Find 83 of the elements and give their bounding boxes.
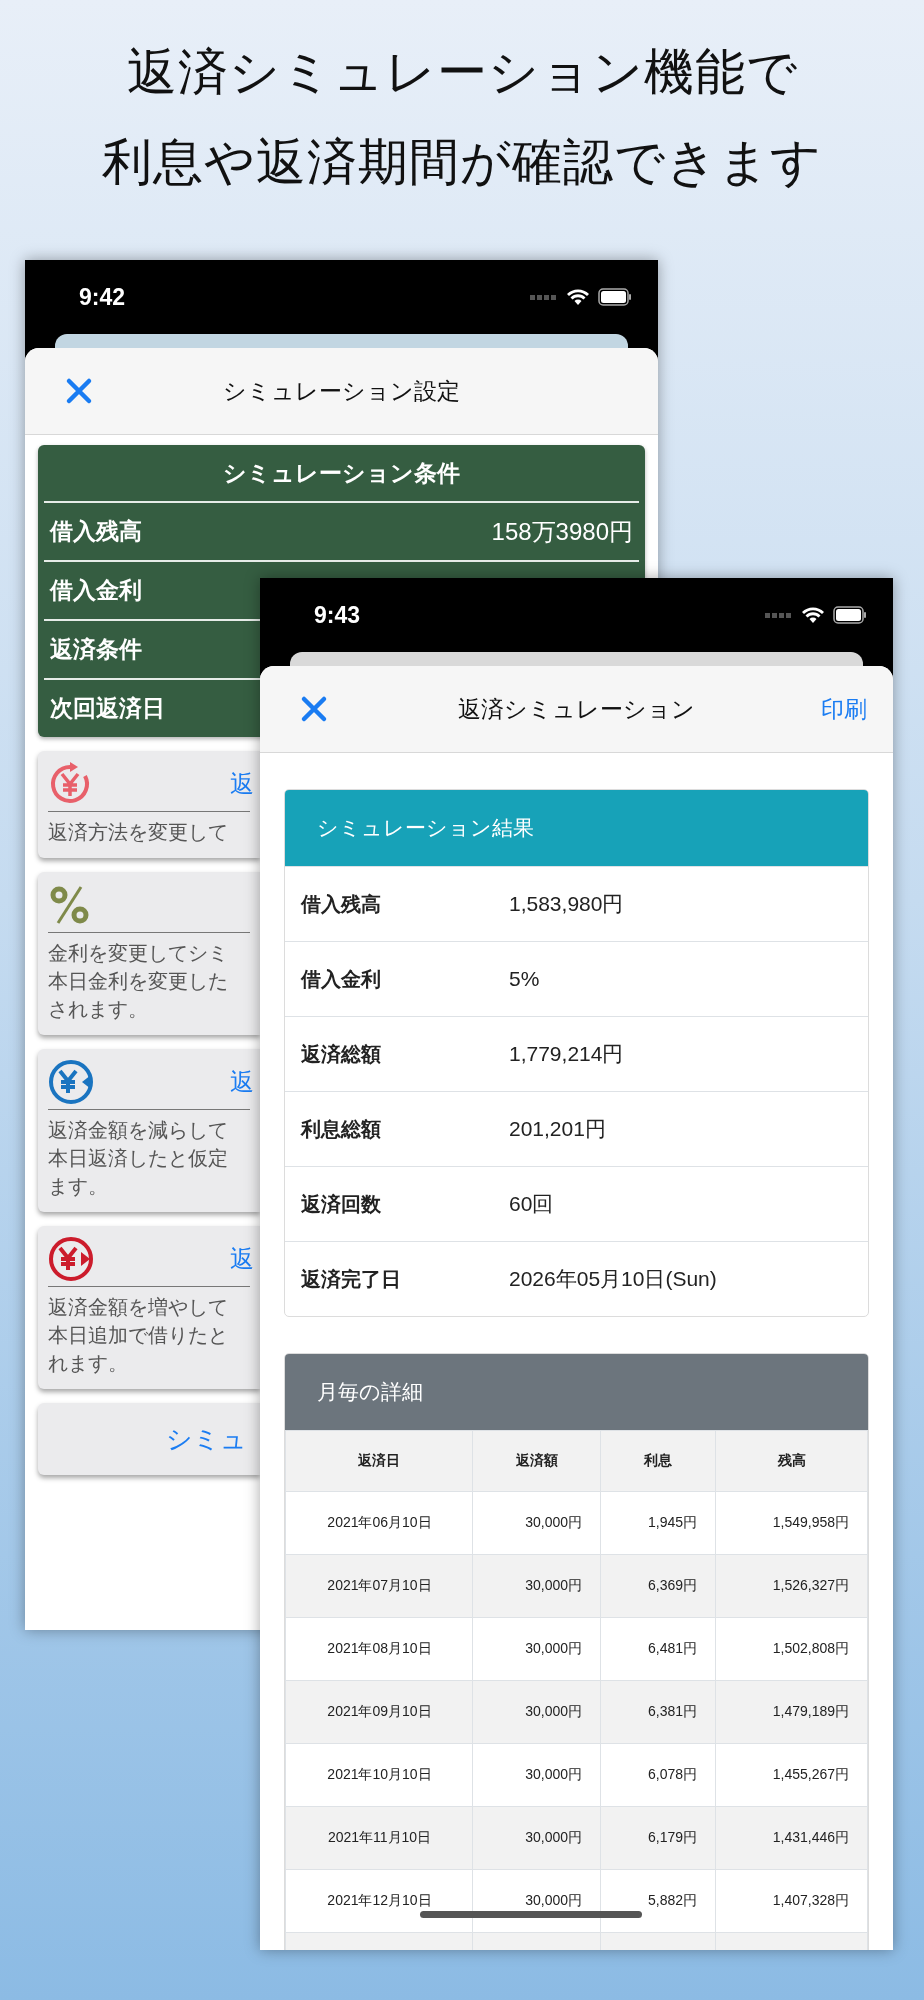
table-cell: 30,000円	[472, 1680, 601, 1744]
table-cell: 6,078円	[600, 1743, 716, 1807]
wifi-icon	[566, 288, 590, 306]
table-cell: 2021年08月10日	[285, 1617, 473, 1681]
table-cell: 1,407,328円	[715, 1869, 868, 1933]
column-header: 残高	[715, 1430, 868, 1492]
result-value: 201,201円	[509, 1116, 606, 1142]
close-icon[interactable]	[300, 695, 328, 723]
table-cell: 30,000円	[472, 1491, 601, 1555]
result-value: 2026年05月10日(Sun)	[509, 1266, 717, 1292]
option-description: ます。	[48, 1174, 109, 1199]
battery-icon	[598, 288, 632, 306]
result-label: 返済総額	[301, 1041, 382, 1067]
table-cell: 2021年10月10日	[285, 1743, 473, 1807]
option-title: 返	[230, 1067, 254, 1097]
option-description: 金利を変更してシミ	[48, 941, 229, 966]
option-description: 本日追加で借りたと	[48, 1323, 229, 1348]
option-description: 返済金額を減らして	[48, 1118, 229, 1143]
option-card[interactable]: 返 返済金額を増やして 本日追加で借りたと れます。	[38, 1226, 260, 1389]
condition-label: 借入残高	[50, 517, 142, 546]
signal-icon	[765, 611, 793, 619]
result-label: 利息総額	[301, 1116, 382, 1142]
signal-icon	[530, 293, 558, 301]
option-card[interactable]: 返 返済金額を減らして 本日返済したと仮定 ます。	[38, 1049, 260, 1212]
option-description: 返済方法を変更して	[48, 820, 229, 845]
card-header: 月毎の詳細	[285, 1354, 868, 1430]
screen-title: シミュレーション設定	[223, 376, 460, 406]
table-cell: 1,502,808円	[715, 1617, 868, 1681]
option-description: 返済金額を増やして	[48, 1295, 229, 1320]
battery-icon	[833, 606, 867, 624]
simulation-button[interactable]: シミュ	[38, 1403, 260, 1475]
option-description: 本日返済したと仮定	[48, 1146, 229, 1171]
table-cell: 1,479,189円	[715, 1680, 868, 1744]
close-icon[interactable]	[65, 377, 93, 405]
table-cell: 6,381円	[600, 1680, 716, 1744]
result-label: 返済回数	[301, 1191, 382, 1217]
result-label: 借入残高	[301, 891, 382, 917]
column-header: 返済日	[285, 1430, 473, 1492]
table-cell: 30,000円	[472, 1743, 601, 1807]
condition-label: 借入金利	[50, 576, 142, 605]
card-header: シミュレーション結果	[285, 790, 868, 866]
table-cell: 1,945円	[600, 1491, 716, 1555]
yen-refresh-icon	[48, 762, 92, 806]
result-label: 借入金利	[301, 966, 382, 992]
panel-title: シミュレーション条件	[222, 458, 461, 488]
status-time: 9:42	[79, 283, 126, 311]
table-cell: 1,431,446円	[715, 1806, 868, 1870]
condition-label: 返済条件	[50, 635, 142, 664]
result-value: 5%	[509, 967, 540, 991]
wifi-icon	[801, 606, 825, 624]
table-cell: 6,481円	[600, 1617, 716, 1681]
headline-text: 利息や返済期間が確認できます	[102, 133, 822, 192]
condition-value: 158万3980円	[491, 516, 633, 547]
result-value: 1,583,980円	[509, 891, 624, 917]
table-cell: 30,000円	[472, 1617, 601, 1681]
option-title: 返	[230, 769, 254, 799]
status-time: 9:43	[314, 601, 361, 629]
option-card[interactable]: 返 返済方法を変更して	[38, 751, 260, 858]
headline-text: 返済シミュレーション機能で	[126, 43, 798, 102]
table-cell: 6,369円	[600, 1554, 716, 1618]
column-header: 利息	[600, 1430, 716, 1492]
table-cell: 30,000円	[472, 1806, 601, 1870]
condition-label: 次回返済日	[50, 694, 165, 723]
table-cell: 1,455,267円	[715, 1743, 868, 1807]
print-button[interactable]: 印刷	[821, 693, 867, 725]
option-description: 本日金利を変更した	[48, 969, 229, 994]
table-cell: 30,000円	[472, 1554, 601, 1618]
option-title: 返	[230, 1244, 254, 1274]
table-cell: 1,549,958円	[715, 1491, 868, 1555]
table-cell: 2021年07月10日	[285, 1554, 473, 1618]
table-cell: 1,526,327円	[715, 1554, 868, 1618]
option-description: されます。	[48, 997, 149, 1022]
table-cell: 2021年11月10日	[285, 1806, 473, 1870]
option-description: れます。	[48, 1351, 129, 1376]
table-cell: 2021年09月10日	[285, 1680, 473, 1744]
option-card[interactable]: 金利を変更してシミ 本日金利を変更した されます。	[38, 872, 260, 1035]
result-label: 返済完了日	[301, 1266, 402, 1292]
screen-title: 返済シミュレーション	[458, 694, 695, 724]
column-header: 返済額	[472, 1430, 601, 1492]
result-value: 1,779,214円	[509, 1041, 624, 1067]
result-value: 60回	[509, 1191, 554, 1217]
table-cell: 2021年06月10日	[285, 1491, 473, 1555]
table-cell: 6,179円	[600, 1806, 716, 1870]
